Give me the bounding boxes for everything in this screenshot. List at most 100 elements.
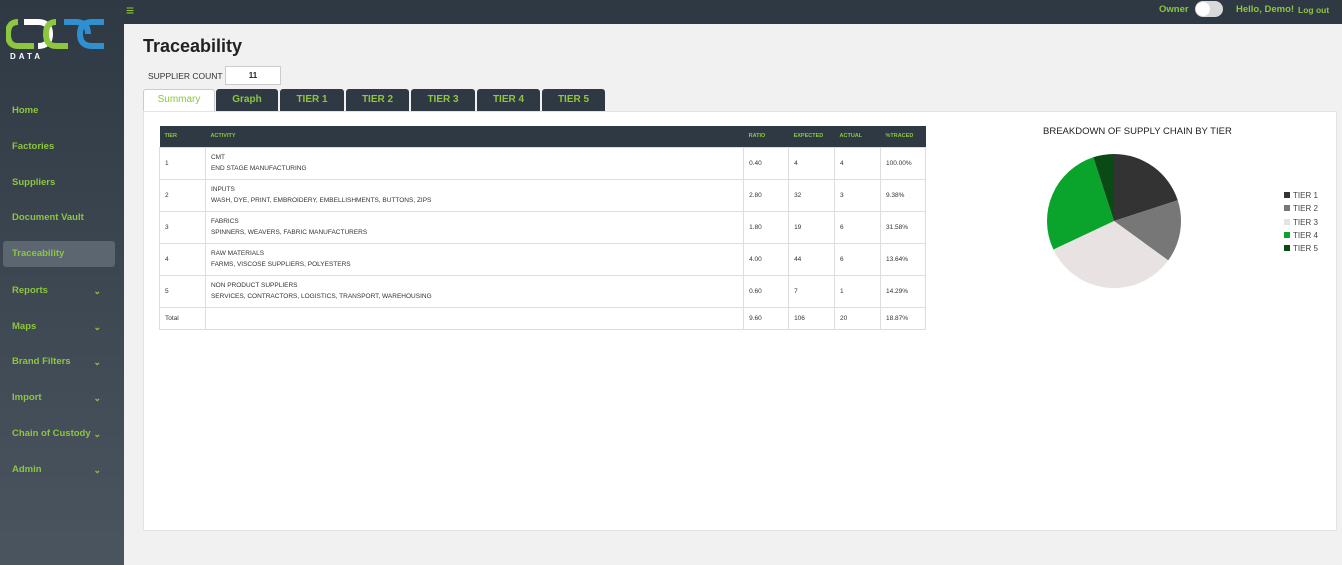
total-activity-cell — [204, 306, 745, 330]
logo-text: DATA — [10, 52, 44, 61]
tab-tier-5[interactable]: TIER 5 — [542, 89, 605, 111]
owner-toggle[interactable] — [1195, 1, 1223, 17]
legend-item: TIER 3 — [1284, 216, 1318, 229]
sidebar-item-brand-filters[interactable]: Brand Filters ⌄ — [3, 349, 115, 375]
sidebar-item-reports[interactable]: Reports ⌄ — [3, 278, 115, 304]
sidebar-item-home[interactable]: Home — [3, 98, 115, 124]
column-header: ACTIVITY — [205, 126, 744, 147]
table-header-row: TIER ACTIVITY RATIO EXPECTED ACTUAL %TRACED — [159, 126, 926, 147]
sidebar-item-document-vault[interactable]: Document Vault — [3, 205, 115, 231]
total-ratio: 9.60 — [743, 306, 790, 330]
legend-swatch — [1284, 205, 1290, 212]
activity-detail: END STAGE MANUFACTURING — [210, 165, 307, 172]
sidebar-item-label: Suppliers — [12, 177, 56, 188]
menu-icon[interactable]: ≡ — [126, 2, 134, 18]
activity-detail: FARMS, VISCOSE SUPPLIERS, POLYESTERS — [210, 261, 351, 268]
chart-title: BREAKDOWN OF SUPPLY CHAIN BY TIER — [1043, 126, 1232, 137]
actual-cell: 6 — [834, 242, 881, 276]
expected-cell: 19 — [788, 210, 836, 244]
legend-swatch — [1284, 218, 1290, 225]
sidebar-item-maps[interactable]: Maps ⌄ — [3, 314, 115, 340]
activity-name: FABRICS — [210, 218, 239, 225]
tab-tier-1[interactable]: TIER 1 — [280, 89, 344, 111]
total-expected: 106 — [788, 306, 836, 330]
sidebar-item-label: Brand Filters — [12, 356, 71, 367]
tab-tier-3[interactable]: TIER 3 — [411, 89, 475, 111]
sidebar-item-label: Reports — [12, 285, 48, 296]
table-body: 1 CMT END STAGE MANUFACTURING 0.40 4 4 100.00%… — [159, 146, 927, 330]
activity-cell: FABRICS SPINNERS, WEAVERS, FABRIC MANUFAC… — [204, 210, 745, 244]
sidebar-item-traceability[interactable]: Traceability — [3, 241, 115, 267]
table-row: 2 INPUTS WASH, DYE, PRINT, EMBROIDERY, EMB… — [159, 178, 927, 212]
sidebar-item-label: Home — [12, 105, 39, 116]
legend-label: TIER 2 — [1293, 204, 1318, 214]
chevron-down-icon: ⌄ — [93, 429, 101, 439]
activity-cell: NON PRODUCT SUPPLIERS SERVICES, CONTRACTO… — [204, 274, 745, 308]
expected-cell: 44 — [788, 242, 836, 276]
table-row: 4 RAW MATERIALS FARMS, VISCOSE SUPPLIERS, … — [159, 242, 927, 276]
legend-label: TIER 1 — [1293, 191, 1318, 200]
activity-name: RAW MATERIALS — [210, 250, 265, 257]
ratio-cell: 0.40 — [743, 146, 790, 180]
activity-cell: RAW MATERIALS FARMS, VISCOSE SUPPLIERS, P… — [204, 242, 745, 276]
tier-cell: 3 — [159, 210, 206, 244]
tab-tier-2[interactable]: TIER 2 — [346, 89, 409, 111]
logout-link[interactable]: Log out — [1298, 5, 1329, 15]
legend-item: TIER 4 — [1284, 229, 1318, 242]
ratio-cell: 4.00 — [743, 242, 790, 276]
chart-legend: TIER 1 TIER 2 TIER 3 TIER 4 TIER 5 — [1284, 189, 1318, 255]
legend-label: TIER 5 — [1293, 244, 1318, 254]
page-title: Traceability — [143, 36, 243, 56]
sidebar-item-factories[interactable]: Factories — [3, 134, 115, 160]
greeting: Hello, Demo! — [1236, 4, 1295, 15]
sidebar-item-label: Admin — [12, 464, 42, 475]
legend-label: TIER 3 — [1293, 217, 1318, 227]
activity-cell: INPUTS WASH, DYE, PRINT, EMBROIDERY, EMBE… — [204, 178, 745, 212]
sidebar-item-label: Document Vault — [12, 212, 84, 223]
actual-cell: 1 — [834, 274, 881, 308]
traced-cell: 14.29% — [879, 274, 927, 308]
sidebar-item-chain-of-custody[interactable]: Chain of Custody ⌄ — [3, 421, 115, 447]
toggle-knob — [1196, 2, 1210, 16]
sidebar-item-label: Factories — [12, 141, 55, 152]
activity-name: CMT — [210, 154, 226, 161]
legend-item: TIER 1 — [1284, 189, 1318, 202]
legend-swatch — [1284, 192, 1290, 198]
column-header: TIER — [159, 126, 206, 147]
sidebar-item-label: Import — [12, 392, 42, 403]
expected-cell: 4 — [788, 146, 836, 180]
ratio-cell: 0.60 — [743, 274, 790, 308]
sidebar-item-suppliers[interactable]: Suppliers — [3, 170, 115, 196]
chevron-down-icon: ⌄ — [93, 286, 101, 296]
table-row: 3 FABRICS SPINNERS, WEAVERS, FABRIC MANUFA… — [159, 210, 927, 244]
sidebar-item-import[interactable]: Import ⌄ — [3, 385, 115, 411]
tier-cell: 4 — [159, 242, 206, 276]
sidebar-item-label: Traceability — [12, 248, 65, 259]
tab-tier-4[interactable]: TIER 4 — [477, 89, 540, 111]
traced-cell: 31.58% — [879, 210, 927, 244]
traceability-table: TIER ACTIVITY RATIO EXPECTED ACTUAL %TRACED 1… — [159, 126, 927, 330]
expected-cell: 7 — [788, 274, 836, 308]
top-bar: ≡ Owner Hello, Demo! Log out — [124, 0, 1342, 24]
tab-graph[interactable]: Graph — [216, 89, 278, 111]
pie-chart — [1047, 154, 1181, 288]
total-label: Total — [159, 306, 206, 330]
actual-cell: 3 — [834, 178, 881, 212]
traced-cell: 13.64% — [879, 242, 927, 276]
tier-cell: 1 — [159, 146, 206, 180]
ratio-cell: 1.80 — [743, 210, 790, 244]
table-total-row: Total 9.60 106 20 18.87% — [159, 306, 927, 330]
activity-detail: WASH, DYE, PRINT, EMBROIDERY, EMBELLISHM… — [210, 197, 432, 204]
legend-swatch — [1284, 231, 1290, 238]
sidebar-item-admin[interactable]: Admin ⌄ — [3, 457, 115, 483]
tier-cell: 5 — [159, 274, 206, 308]
chevron-down-icon: ⌄ — [93, 357, 101, 367]
ratio-cell: 2.80 — [743, 178, 790, 212]
chevron-down-icon: ⌄ — [93, 393, 101, 403]
chevron-down-icon: ⌄ — [93, 465, 101, 475]
supplier-count-label: SUPPLIER COUNT — [148, 71, 223, 81]
tab-summary[interactable]: Summary — [143, 89, 215, 111]
owner-label: Owner — [1159, 4, 1189, 15]
supplier-count-value: 11 — [225, 66, 281, 85]
activity-name: NON PRODUCT SUPPLIERS — [210, 282, 298, 289]
